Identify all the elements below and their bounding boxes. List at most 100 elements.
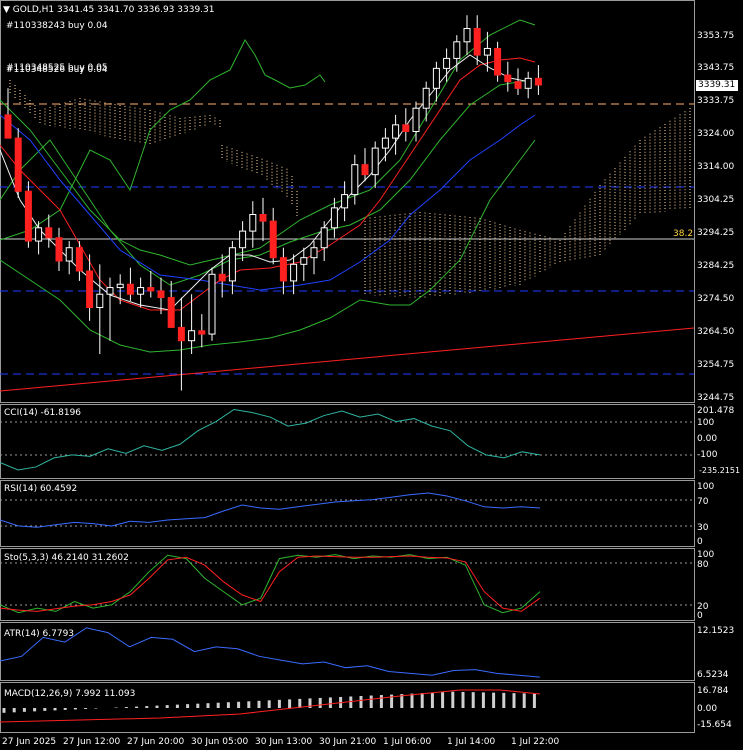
price-tick: 3304.25 [697,195,735,205]
candle-body [392,124,400,139]
rsi-line [0,492,541,528]
candle-body [453,41,461,59]
current-price-tag: 3339.31 [696,80,738,91]
macd-tick: 0.00 [697,704,718,714]
candle-body [473,28,481,56]
candle-body [422,87,430,109]
candle-body [198,330,206,335]
candle-body [157,290,165,299]
time-tick: 27 Jun 12:00 [63,737,121,747]
candle-body [55,237,63,262]
time-tick: 27 Jun 2025 [2,737,57,747]
candle-body [320,227,328,249]
fast-ma-line [0,57,536,311]
cci-tick: -100 [697,450,718,460]
price-tick: 3284.25 [697,261,735,271]
candle-body [361,164,369,176]
candle-body [116,283,124,289]
candle-body [402,124,410,132]
cci-line [0,408,541,471]
candle-body [228,247,236,282]
price-tick: 3244.75 [697,393,735,403]
candle-body [504,74,512,83]
cci-title: CCI(14) -61.8196 [4,408,82,418]
candle-body [177,326,185,342]
sto-tick: 100 [697,550,715,560]
order-label[interactable]: #110338243 buy 0.04 [6,21,108,31]
candle-body [137,287,145,295]
atr-line [0,627,541,678]
symbol-label: GOLD,H1 [12,5,55,15]
panel-frame [0,622,695,681]
rsi-tick: 100 [697,482,715,492]
order-label[interactable]: #110348526 buy 0.04 [6,65,108,75]
candle-body [432,67,440,89]
candle-body [188,330,196,342]
candle-body [239,230,247,249]
candle-body [4,114,12,139]
candle-body [65,247,73,262]
dropdown-triangle-icon[interactable]: ▼ [3,5,10,15]
atr-tick: 6.5234 [697,670,729,680]
cci-tick: -235.2151 [699,466,741,475]
candle-body [96,293,104,309]
chart-header: ▼ GOLD,H1 3341.45 3341.70 3336.93 3339.3… [3,5,214,15]
time-tick: 30 Jun 21:00 [319,737,377,747]
fib-level-label: 38.2 [673,229,694,239]
rsi-title: RSI(14) 60.4592 [4,484,78,494]
candle-body [290,263,298,282]
sto-tick: 0 [697,611,703,621]
cci-tick: 100 [697,418,715,428]
candle-body [249,214,257,232]
price-tick: 3333.75 [697,96,735,106]
atr-tick: 12.1523 [697,626,735,636]
candle-body [524,77,532,89]
panel-frame [0,480,695,547]
candle-body [24,190,32,242]
macd-tick: 16.784 [697,686,729,696]
candle-body [14,137,22,192]
time-tick: 1 Jul 14:00 [447,737,496,747]
price-tick: 3343.75 [697,63,735,73]
price-tick: 3254.75 [697,360,735,370]
macd-title: MACD(12,26,9) 7.992 11.093 [4,689,136,699]
candle-body [534,77,542,86]
panel-frame [0,404,695,479]
chart-canvas[interactable] [0,0,743,750]
candle-body [341,194,349,209]
time-tick: 1 Jul 06:00 [383,737,432,747]
time-tick: 30 Jun 13:00 [255,737,313,747]
candle-body [381,137,389,149]
cci-tick: 0.00 [697,434,718,444]
candle-body [371,147,379,176]
candle-body [106,287,114,295]
candle-body [514,81,522,89]
price-tick: 3294.25 [697,228,735,238]
stochastic-title: Sto(5,3,3) 46.2140 31.2602 [4,553,129,563]
candle-body [443,57,451,69]
ohlc-label: 3341.45 3341.70 3336.93 3339.31 [57,5,215,15]
candle-body [35,227,43,242]
cci-tick: 201.478 [697,406,735,416]
rsi-tick: 0 [697,537,703,547]
candle-body [463,28,471,43]
price-tick: 3353.75 [697,31,735,41]
candle-body [300,257,308,265]
rsi-tick: 70 [697,497,709,507]
candle-body [147,287,155,292]
sto-tick: 80 [697,560,709,570]
candle-body [279,257,287,282]
candle-body [351,164,359,196]
atr-title: ATR(14) 6.7793 [4,629,75,639]
candle-body [259,214,267,222]
candle-body [75,247,83,272]
time-tick: 1 Jul 22:00 [511,737,560,747]
price-tick: 3314.00 [697,162,735,172]
candle-body [330,207,338,229]
macd-tick: -15.654 [697,720,732,730]
candle-body [494,47,502,76]
candle-body [126,283,134,295]
price-tick: 3264.50 [697,327,735,337]
time-tick: 27 Jun 20:00 [127,737,185,747]
rsi-tick: 30 [697,523,709,533]
